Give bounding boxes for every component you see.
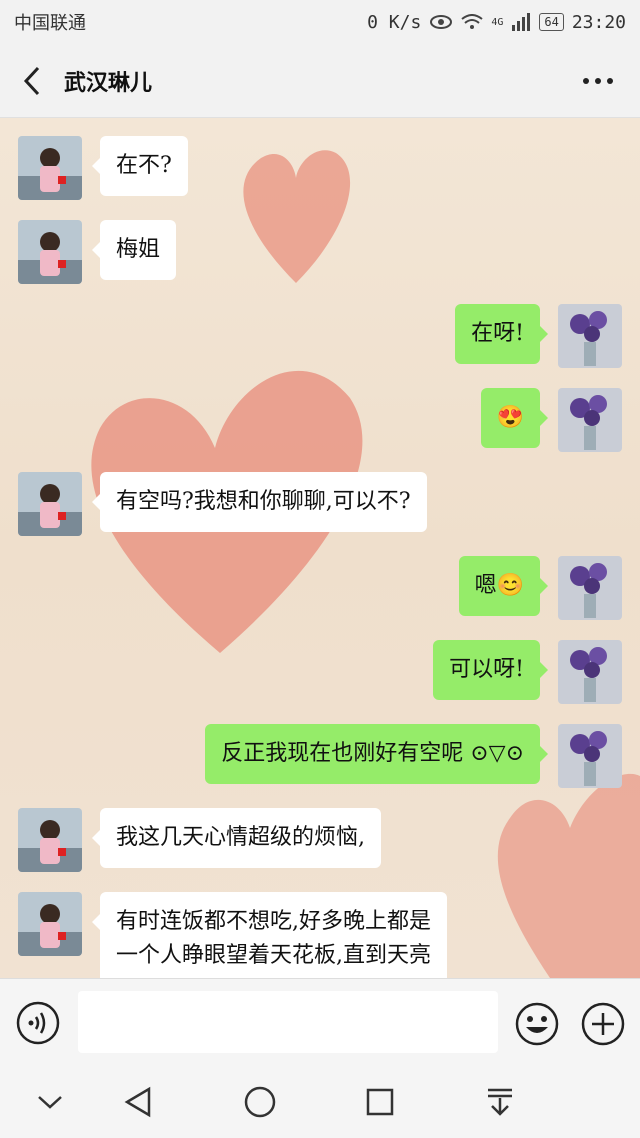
more-functions-button[interactable] [580,1001,626,1051]
heart-decoration-small [243,150,351,283]
message-bubble[interactable]: 梅姐 [91,220,177,280]
network-type: 4G [491,16,504,28]
message-row-outgoing: 😍 [480,388,622,452]
nav-home-button[interactable] [238,1080,282,1124]
contact-avatar[interactable] [18,808,82,872]
message-row-incoming: 我这几天心情超级的烦恼, [18,808,381,872]
message-bubble[interactable]: 我这几天心情超级的烦恼, [92,808,381,868]
message-line: 一个人睁眼望着天花板,直到天亮 [116,943,431,968]
contact-avatar[interactable] [18,472,82,536]
network-speed: 0 K/s [367,11,422,33]
nav-collapse-button[interactable] [28,1080,72,1124]
contact-avatar[interactable] [18,220,82,284]
emoji-button[interactable] [514,1001,560,1051]
message-row-outgoing: 嗯😊 [458,556,622,620]
chevron-left-icon [23,66,40,95]
chat-area[interactable]: 在不? 梅姐 在呀! 😍 有空吗?我想和你聊聊,可以不? 嗯😊 可以呀! 反正我… [0,118,640,978]
message-line: 有时连饭都不想吃,好多晚上都是 [116,909,431,934]
pull-down-icon [488,1088,512,1116]
message-bubble[interactable]: 可以呀! [433,640,548,700]
square-recents-icon [366,1088,394,1116]
battery-indicator: 64 [539,13,564,31]
chat-header: 武汉琳儿 [0,44,640,118]
contact-name: 武汉琳儿 [64,69,153,96]
message-row-incoming: 梅姐 [18,220,177,284]
contact-avatar[interactable] [18,892,82,956]
status-bar: 中国联通 0 K/s 4G 64 23:20 [0,0,640,44]
input-bar [0,978,640,1066]
signal-icon [512,13,531,31]
message-bubble[interactable]: 😍 [480,388,549,448]
carrier-label: 中国联通 [14,13,86,34]
circle-home-icon [244,1086,276,1118]
message-input[interactable] [78,991,498,1053]
voice-icon [16,1001,60,1045]
message-row-incoming: 在不? [18,136,188,200]
nav-recents-button[interactable] [358,1080,402,1124]
voice-button[interactable] [16,1001,60,1049]
message-row-incoming: 有空吗?我想和你聊聊,可以不? [18,472,427,536]
message-bubble[interactable]: 有空吗?我想和你聊聊,可以不? [92,472,427,532]
message-bubble[interactable]: 在呀! [455,304,548,364]
triangle-back-icon [124,1086,151,1118]
my-avatar[interactable] [558,388,622,452]
more-button[interactable] [578,66,618,96]
message-bubble[interactable]: 在不? [92,136,188,196]
my-avatar[interactable] [558,556,622,620]
more-dots-icon [583,78,613,84]
my-avatar[interactable] [558,304,622,368]
plus-icon [581,1002,625,1046]
chevron-down-icon [38,1096,62,1109]
nav-notification-button[interactable] [478,1080,522,1124]
message-bubble-multiline[interactable]: 有时连饭都不想吃,好多晚上都是 一个人睁眼望着天花板,直到天亮 [92,892,447,978]
eye-icon [430,15,453,29]
message-row-outgoing: 在呀! [455,304,622,368]
back-button[interactable] [0,44,64,118]
contact-avatar[interactable] [18,136,82,200]
message-row-outgoing: 反正我现在也刚好有空呢 ⊙▽⊙ [205,724,622,788]
nav-back-button[interactable] [116,1080,160,1124]
message-row-incoming: 有时连饭都不想吃,好多晚上都是 一个人睁眼望着天花板,直到天亮 [18,892,447,978]
message-bubble[interactable]: 反正我现在也刚好有空呢 ⊙▽⊙ [205,724,548,784]
clock: 23:20 [571,11,626,33]
my-avatar[interactable] [558,724,622,788]
message-row-outgoing: 可以呀! [433,640,622,704]
wifi-icon [461,14,483,29]
message-bubble[interactable]: 嗯😊 [458,556,549,616]
system-nav-bar [0,1066,640,1138]
status-indicators: 0 K/s 4G 64 23:20 [367,12,626,33]
my-avatar[interactable] [558,640,622,704]
emoji-icon [515,1002,559,1046]
